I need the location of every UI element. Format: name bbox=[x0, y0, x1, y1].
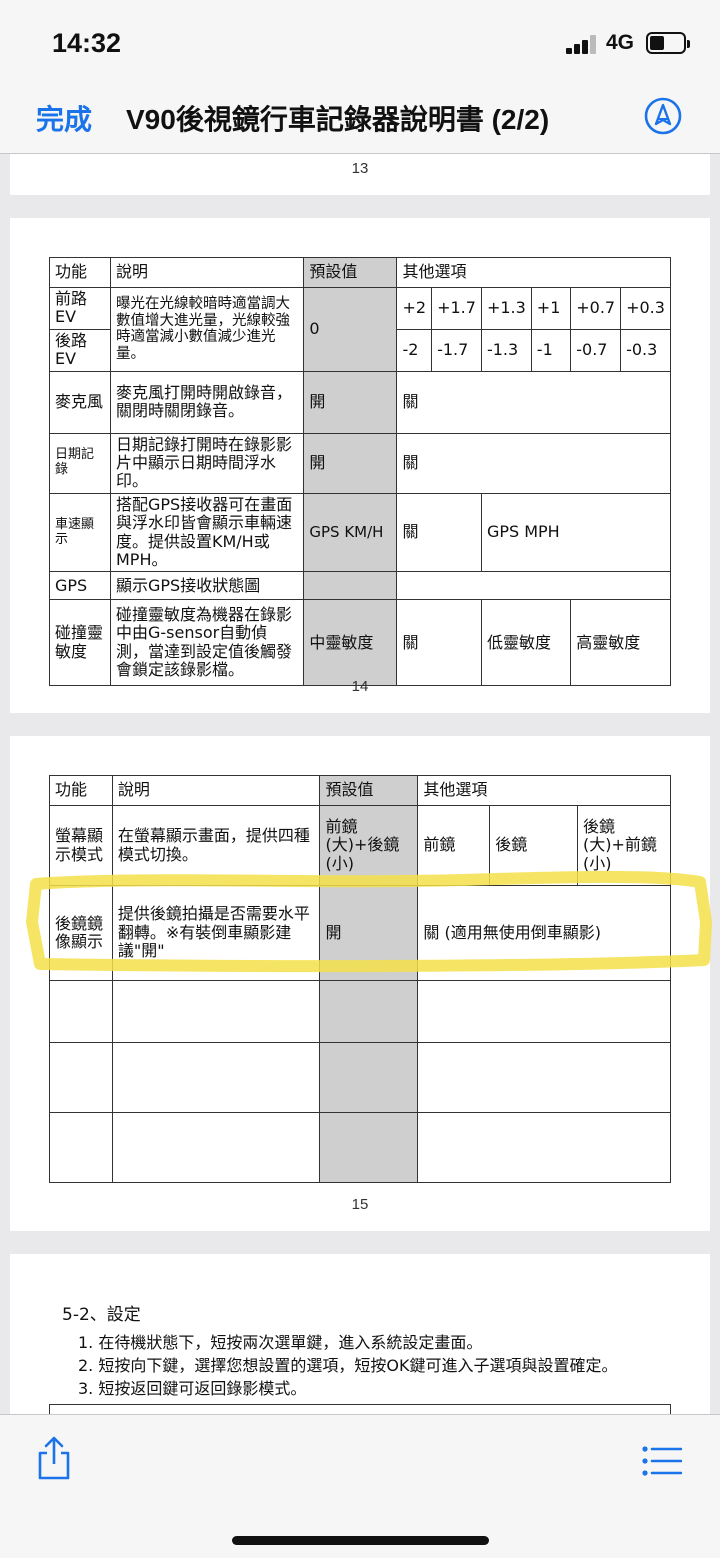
crash-option-high: 高靈敏度 bbox=[570, 599, 671, 687]
empty-cell bbox=[417, 1042, 671, 1113]
step-1: 1. 在待機狀態下，短按兩次選單鍵，進入系統設定畫面。 bbox=[78, 1333, 483, 1352]
ev-rear-opt: -1 bbox=[530, 328, 572, 372]
crash-desc: 碰撞靈敏度為機器在錄影中由G-sensor自動偵測，當達到設定值後觸發會鎖定該錄… bbox=[109, 599, 305, 687]
empty-cell bbox=[49, 1042, 113, 1113]
ev-desc: 曝光在光線較暗時適當調大數值增大進光量，光線較強時適當減小數值減少進光量。 bbox=[109, 287, 305, 372]
ev-front-opt: +0.3 bbox=[620, 287, 671, 330]
header-other: 其他選項 bbox=[417, 775, 671, 806]
ev-rear-opt: -0.7 bbox=[570, 328, 622, 372]
ev-front-opt: +1.7 bbox=[431, 287, 482, 330]
ev-rear-label: 後路EV bbox=[49, 328, 111, 372]
share-icon[interactable] bbox=[36, 1435, 72, 1481]
mic-desc: 麥克風打開時開啟錄音，關閉時關閉錄音。 bbox=[109, 370, 305, 434]
ev-front-opt: +2 bbox=[396, 287, 433, 330]
ev-front-opt: +1 bbox=[530, 287, 572, 330]
empty-cell bbox=[319, 1042, 419, 1113]
settings-table-14: 功能 說明 預設值 其他選項 前路EV 曝光在光線較暗時適當調大數值增大進光量，… bbox=[49, 257, 672, 687]
markup-pen-icon[interactable] bbox=[643, 96, 683, 136]
speed-option-off: 關 bbox=[396, 492, 482, 573]
signal-icon bbox=[566, 34, 600, 54]
header-default: 預設值 bbox=[303, 257, 398, 288]
nav-bar: 完成 V90後視鏡行車記錄器說明書 (2/2) bbox=[0, 84, 720, 154]
home-indicator[interactable] bbox=[232, 1536, 489, 1545]
ev-rear-opt: -1.3 bbox=[480, 328, 532, 372]
bottom-toolbar bbox=[0, 1414, 720, 1558]
date-option: 關 bbox=[396, 432, 671, 494]
status-bar: 14:32 4G bbox=[0, 0, 720, 84]
empty-cell bbox=[49, 1112, 113, 1183]
mic-label: 麥克風 bbox=[49, 370, 111, 434]
ev-front-label: 前路EV bbox=[49, 287, 111, 330]
header-desc: 說明 bbox=[111, 775, 321, 806]
step-2: 2. 短按向下鍵，選擇您想設置的選項，短按OK鍵可進入子選項與設置確定。 bbox=[78, 1356, 618, 1375]
ev-front-opt: +0.7 bbox=[570, 287, 622, 330]
status-time: 14:32 bbox=[52, 28, 122, 58]
mic-default: 開 bbox=[303, 370, 398, 434]
crash-default: 中靈敏度 bbox=[303, 599, 398, 687]
empty-cell bbox=[417, 1112, 671, 1183]
speed-label: 車速顯示 bbox=[49, 492, 111, 573]
crash-label: 碰撞靈敏度 bbox=[49, 599, 111, 687]
done-button[interactable]: 完成 bbox=[36, 98, 92, 138]
speed-desc: 搭配GPS接收器可在畫面與浮水印皆會顯示車輛速度。提供設置KM/H或MPH。 bbox=[109, 492, 305, 573]
ev-rear-opt: -2 bbox=[396, 328, 433, 372]
document-title: V90後視鏡行車記錄器說明書 (2/2) bbox=[126, 104, 550, 135]
date-label: 日期記錄 bbox=[49, 432, 111, 494]
speed-default: GPS KM/H bbox=[303, 492, 398, 573]
section-title: 5-2、設定 bbox=[62, 1305, 141, 1325]
gps-label: GPS bbox=[49, 571, 111, 601]
header-desc: 說明 bbox=[109, 257, 305, 288]
ev-rear-opt: -0.3 bbox=[620, 328, 671, 372]
mic-option: 關 bbox=[396, 370, 671, 434]
ev-rear-opt: -1.7 bbox=[431, 328, 482, 372]
header-func: 功能 bbox=[49, 257, 111, 288]
date-desc: 日期記錄打開時在錄影影片中顯示日期時間浮水印。 bbox=[109, 432, 305, 494]
date-default: 開 bbox=[303, 432, 398, 494]
header-other: 其他選項 bbox=[396, 257, 671, 288]
gps-option bbox=[396, 571, 671, 601]
empty-cell bbox=[111, 1042, 321, 1113]
crash-option-off: 關 bbox=[396, 599, 482, 687]
empty-cell bbox=[319, 1112, 419, 1183]
gps-default bbox=[303, 571, 398, 601]
pdf-page-14: 功能 說明 預設值 其他選項 前路EV 曝光在光線較暗時適當調大數值增大進光量，… bbox=[10, 218, 710, 713]
network-label: 4G bbox=[606, 31, 635, 54]
ev-front-opt: +1.3 bbox=[480, 287, 532, 330]
gps-desc: 顯示GPS接收狀態圖 bbox=[109, 571, 305, 601]
ev-default: 0 bbox=[303, 287, 398, 372]
step-3: 3. 短按返回鍵可返回錄影模式。 bbox=[78, 1379, 307, 1398]
highlight-annotation bbox=[26, 870, 712, 973]
page-number: 14 bbox=[351, 678, 369, 695]
pdf-page-13: 13 bbox=[10, 154, 710, 195]
speed-option-mph: GPS MPH bbox=[480, 492, 672, 573]
crash-option-low: 低靈敏度 bbox=[480, 599, 572, 687]
empty-cell bbox=[111, 1112, 321, 1183]
page-number: 13 bbox=[351, 160, 369, 177]
header-func: 功能 bbox=[49, 775, 113, 806]
battery-icon bbox=[646, 32, 690, 54]
header-default: 預設值 bbox=[319, 775, 419, 806]
page-number: 15 bbox=[351, 1196, 369, 1213]
pdf-page-16: 5-2、設定 1. 在待機狀態下，短按兩次選單鍵，進入系統設定畫面。 2. 短按… bbox=[10, 1254, 710, 1424]
list-icon[interactable] bbox=[642, 1445, 682, 1477]
